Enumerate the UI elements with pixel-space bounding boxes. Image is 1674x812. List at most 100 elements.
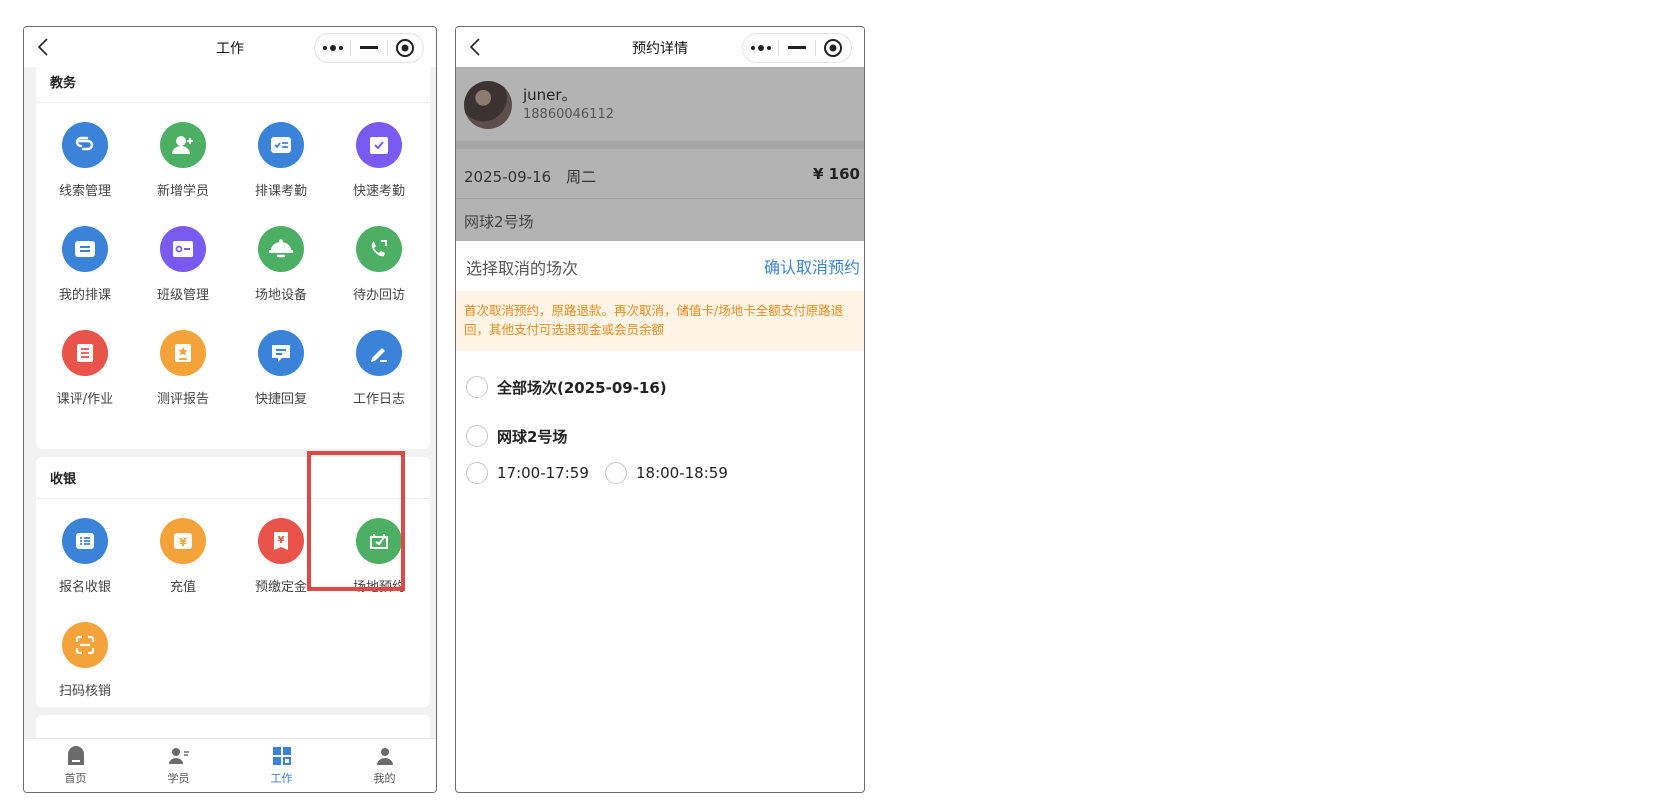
booking-date-row: 2025-09-16 周二 ¥ 160 [456, 149, 864, 199]
menu-item-label: 我的排课 [58, 288, 111, 303]
select-session-label: 选择取消的场次 [466, 259, 579, 278]
report-icon [160, 330, 206, 376]
menu-item-scan-verify[interactable]: 扫码核销 [36, 622, 134, 718]
menu-item-label: 场地设备 [254, 288, 307, 303]
add-user-icon [160, 122, 206, 168]
more-icon[interactable] [315, 34, 350, 62]
menu-item-leads[interactable]: 线索管理 [36, 122, 134, 218]
menu-item-venue-equipment[interactable]: 场地设备 [232, 226, 330, 322]
yen-wallet-icon: ¥ [160, 518, 206, 564]
menu-item-enroll-cashier[interactable]: 报名收银 [36, 518, 134, 614]
yen-tag-icon: ¥ [258, 518, 304, 564]
list-icon [62, 226, 108, 272]
bottom-tab-bar: 首页 学员 工作 我的 [24, 738, 436, 792]
work-icon [272, 746, 291, 765]
menu-item-review-homework[interactable]: 课评/作业 [36, 330, 134, 426]
card-icon [160, 226, 206, 272]
check-calendar-icon [356, 122, 402, 168]
minimize-icon[interactable] [351, 34, 386, 62]
phone-icon [356, 226, 402, 272]
minimize-icon[interactable] [779, 34, 814, 62]
option-venue[interactable]: 网球2号场 [466, 425, 567, 447]
bell-icon [258, 226, 304, 272]
id-card-icon [258, 122, 304, 168]
option-all-sessions[interactable]: 全部场次(2025-09-16) [466, 376, 667, 398]
tab-profile[interactable]: 我的 [333, 739, 436, 792]
work-screen: 工作 教务 线索管理 新增学员 排课考勤 快速考勤 我的排课 班级管理 场地设备… [23, 26, 437, 793]
work-content: 教务 线索管理 新增学员 排课考勤 快速考勤 我的排课 班级管理 场地设备 待办… [24, 67, 436, 738]
option-slot-1[interactable]: 17:00-17:59 [466, 462, 589, 484]
menu-item-label: 充值 [169, 580, 196, 595]
more-icon[interactable] [743, 34, 778, 62]
register-icon [62, 518, 108, 564]
booking-venue: 网球2号场 [464, 213, 534, 231]
menu-item-work-log[interactable]: 工作日志 [330, 330, 428, 426]
radio-button[interactable] [466, 425, 488, 447]
menu-item-label: 线索管理 [58, 184, 111, 199]
divider [456, 141, 864, 149]
option-label: 全部场次(2025-09-16) [497, 378, 667, 397]
menu-item-assessment-report[interactable]: 测评报告 [134, 330, 232, 426]
menu-item-my-schedule[interactable]: 我的排课 [36, 226, 134, 322]
mini-program-capsule [742, 33, 852, 63]
menu-item-label: 扫码核销 [58, 684, 111, 699]
section-heading: 教务 [36, 67, 430, 103]
menu-item-add-student[interactable]: 新增学员 [134, 122, 232, 218]
radio-button[interactable] [466, 462, 488, 484]
profile-icon [376, 747, 393, 765]
students-icon [168, 747, 189, 764]
menu-item-label: 班级管理 [156, 288, 209, 303]
menu-item-follow-up[interactable]: 待办回访 [330, 226, 428, 322]
confirm-cancel-button[interactable]: 确认取消预约 [764, 254, 860, 278]
menu-item-label: 排课考勤 [254, 184, 307, 199]
menu-item-label: 测评报告 [156, 392, 209, 407]
menu-item-label: 待办回访 [352, 288, 405, 303]
radio-button[interactable] [466, 376, 488, 398]
section-academic: 教务 线索管理 新增学员 排课考勤 快速考勤 我的排课 班级管理 场地设备 待办… [36, 67, 430, 449]
tab-work[interactable]: 工作 [230, 739, 333, 792]
title-bar: 预约详情 [456, 27, 864, 67]
close-target-icon[interactable] [816, 34, 851, 62]
message-icon [258, 330, 304, 376]
option-label: 17:00-17:59 [497, 464, 589, 482]
tab-label: 工作 [270, 771, 293, 785]
option-label: 18:00-18:59 [636, 464, 728, 482]
menu-item-label: 新增学员 [156, 184, 209, 199]
menu-item-class-management[interactable]: 班级管理 [134, 226, 232, 322]
booking-date: 2025-09-16 周二 [464, 168, 597, 186]
booking-detail-screen: 预约详情 juner。 18860046112 2025-09-16 周二 ¥ … [455, 26, 865, 793]
svg-text:¥: ¥ [278, 535, 285, 546]
cancel-header: 选择取消的场次 确认取消预约 [456, 241, 864, 291]
booking-price: ¥ 160 [813, 165, 860, 183]
option-slot-2[interactable]: 18:00-18:59 [605, 462, 728, 484]
refund-notice: 首次取消预约，原路退款。再次取消，储值卡/场地卡全额支付原路退回，其他支付可选退… [456, 291, 864, 351]
menu-item-label: 报名收银 [58, 580, 111, 595]
avatar [464, 81, 512, 129]
tab-label: 学员 [167, 771, 190, 785]
scan-icon [62, 622, 108, 668]
mini-program-capsule [314, 33, 424, 63]
home-icon [67, 745, 84, 765]
menu-item-label: 工作日志 [352, 392, 405, 407]
tab-label: 首页 [64, 771, 87, 785]
svg-text:¥: ¥ [179, 536, 187, 549]
tab-students[interactable]: 学员 [127, 739, 230, 792]
menu-item-label: 快速考勤 [352, 184, 405, 199]
user-info: juner。 18860046112 [456, 67, 864, 141]
link-icon [62, 122, 108, 168]
booking-summary: juner。 18860046112 2025-09-16 周二 ¥ 160 网… [456, 67, 864, 241]
notes-icon [62, 330, 108, 376]
menu-item-top-up[interactable]: ¥ 充值 [134, 518, 232, 614]
close-target-icon[interactable] [388, 34, 423, 62]
menu-item-label: 快捷回复 [254, 392, 307, 407]
menu-item-quick-reply[interactable]: 快捷回复 [232, 330, 330, 426]
menu-item-schedule-attendance[interactable]: 排课考勤 [232, 122, 330, 218]
radio-button[interactable] [605, 462, 627, 484]
section-more [36, 715, 430, 738]
tab-home[interactable]: 首页 [24, 739, 127, 792]
user-name: juner。 [523, 86, 577, 104]
edit-icon [356, 330, 402, 376]
title-bar: 工作 [24, 27, 436, 67]
highlight-annotation [307, 451, 405, 591]
menu-item-quick-attendance[interactable]: 快速考勤 [330, 122, 428, 218]
